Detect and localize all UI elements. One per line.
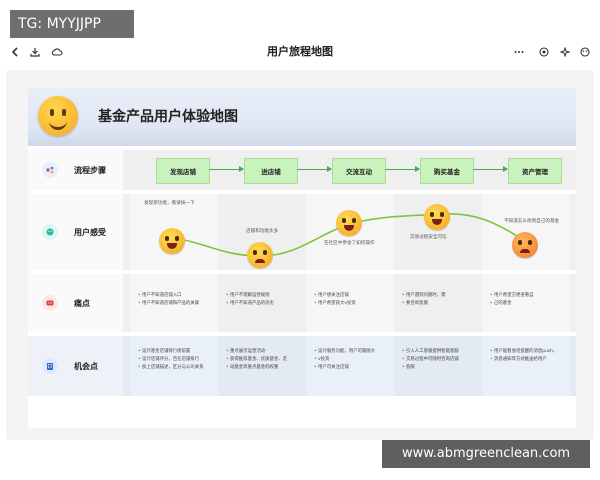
row-user-feelings: 用户感受 发现新功能，看请按一下 店铺和功能太多 在社区中参会了如何操作 交易过… xyxy=(28,194,576,270)
pain-list: 用户希望方便查看自己的基金 xyxy=(490,292,534,308)
palette-icon[interactable] xyxy=(576,38,594,66)
step-box[interactable]: 交流互动 xyxy=(332,158,386,184)
feeling-text: 发现新功能，看请按一下 xyxy=(144,201,195,206)
worried-emoji-icon xyxy=(247,242,273,268)
opportunity-icon xyxy=(42,358,58,374)
grin-emoji-icon xyxy=(336,210,362,236)
feeling-text: 交易过程安全可信 xyxy=(410,235,447,240)
feeling-text: 不知道怎么找到自己的基金 xyxy=(504,219,560,224)
row-flow-steps: 流程步骤 发现店铺 进店铺 交流互动 购买基金 资产管理 xyxy=(28,150,576,190)
pain-list: 用户想关注店铺用户希望获大v投资 xyxy=(314,292,356,308)
feeling-text: 在社区中参会了如何操作 xyxy=(324,241,375,246)
row-label-pain: 痛点 xyxy=(74,299,90,308)
step-arrow xyxy=(473,166,508,172)
pain-list: 用户不知道店铺入口用户不知道店铺和产品的关联 xyxy=(138,292,199,308)
journey-map-sheet: 基金产品用户体验地图 流程步骤 发现店铺 进店铺 交流互动 购买基金 资产管理 xyxy=(28,88,576,428)
pain-list: 用户遇到问题时，需要咨询客服 xyxy=(402,292,446,308)
opportunity-list: 设计基金店铺排行榜前置设计店铺评分，且在店铺排行加上店铺描述，区分与公司关系 xyxy=(138,348,203,372)
row-opportunities: 机会点 设计基金店铺排行榜前置设计店铺评分，且在店铺排行加上店铺描述，区分与公司… xyxy=(28,336,576,396)
opportunity-list: 引入人工客服提供智能客服交易过程中可随时咨询店铺客服 xyxy=(402,348,459,372)
tg-badge: TG: MYYJJPP xyxy=(10,10,134,38)
tongue-emoji-icon xyxy=(159,228,185,254)
frustrated-emoji-icon xyxy=(512,232,538,258)
document-canvas: 基金产品用户体验地图 流程步骤 发现店铺 进店铺 交流互动 购买基金 资产管理 xyxy=(6,70,594,440)
smiley-emoji-icon xyxy=(38,96,78,136)
step-box[interactable]: 发现店铺 xyxy=(156,158,210,184)
step-box[interactable]: 进店铺 xyxy=(244,158,298,184)
pain-list: 用户不理解运营规则用户不知道产品的优劣 xyxy=(226,292,274,308)
step-arrow xyxy=(209,166,244,172)
row-header: 流程步骤 xyxy=(28,150,123,190)
row-label-opportunity: 机会点 xyxy=(74,362,98,371)
happy-emoji-icon xyxy=(424,204,450,230)
toolbar: 用户旅程地图 xyxy=(0,38,600,66)
opportunity-list: 设计服务功能，用户可跟随大v投资用户可关注店铺 xyxy=(314,348,375,372)
pain-icon xyxy=(42,295,58,311)
row-pain-points: 痛点 用户不知道店铺入口用户不知道店铺和产品的关联 用户不理解运营规则用户不知道… xyxy=(28,274,576,332)
row-header: 机会点 xyxy=(28,336,123,396)
record-icon[interactable] xyxy=(535,38,553,66)
opportunity-list: 重点展示运营活动获得推荐基金、优质基金、走动基金等重点基金的权重 xyxy=(226,348,287,372)
step-box[interactable]: 购买基金 xyxy=(420,158,474,184)
emotion-curve xyxy=(177,213,531,257)
sparkle-icon[interactable] xyxy=(556,38,574,66)
row-header: 痛点 xyxy=(28,274,123,332)
step-arrow xyxy=(297,166,332,172)
map-title: 基金产品用户体验地图 xyxy=(98,109,238,125)
watermark: www.abmgreenclean.com xyxy=(382,440,590,468)
opportunity-list: 用户能看会话提醒的消息push，消息通知等方式推送给用户 xyxy=(490,348,557,364)
flow-icon xyxy=(42,162,58,178)
feeling-text: 店铺和功能太多 xyxy=(246,229,279,234)
step-box[interactable]: 资产管理 xyxy=(508,158,562,184)
row-label-flow: 流程步骤 xyxy=(74,166,106,175)
map-banner: 基金产品用户体验地图 xyxy=(28,88,576,146)
step-arrow xyxy=(385,166,420,172)
more-icon[interactable] xyxy=(510,38,528,66)
